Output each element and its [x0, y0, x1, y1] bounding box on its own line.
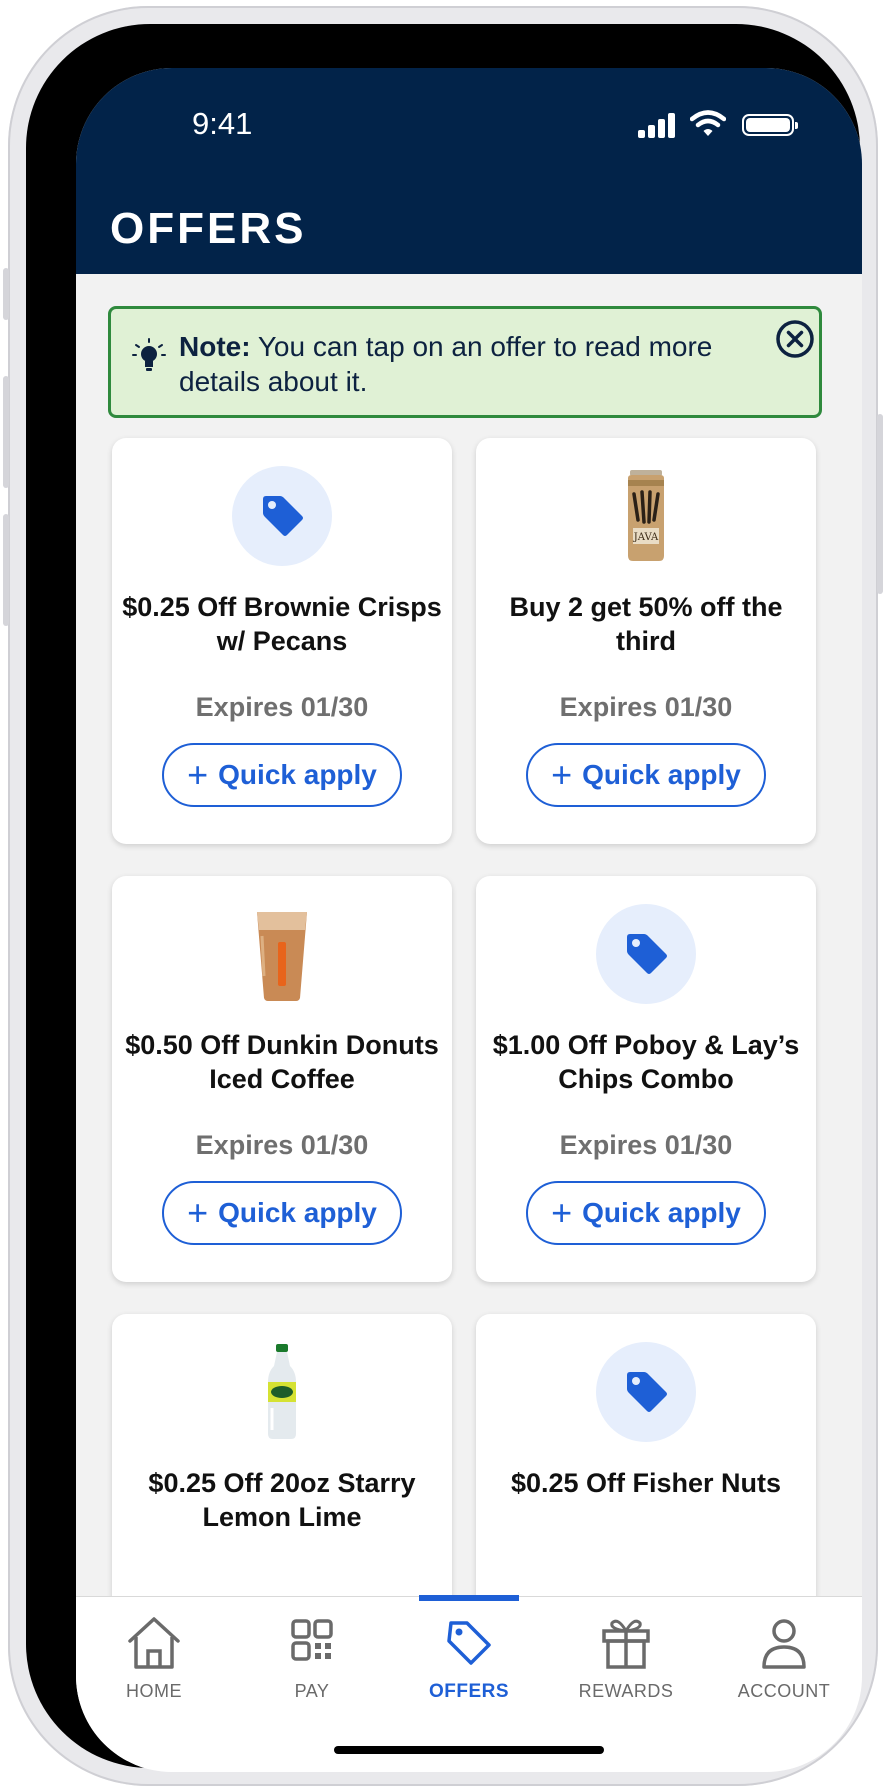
tab-offers[interactable]: OFFERS: [391, 1597, 547, 1707]
soda-bottle: [268, 1344, 296, 1439]
info-note-banner[interactable]: Note: You can tap on an offer to read mo…: [108, 306, 822, 418]
offer-image: [596, 904, 696, 1004]
power-button: [877, 414, 883, 594]
offer-card[interactable]: JAVA Buy 2 get 50% off the third Expires…: [476, 438, 816, 844]
screen: 9:41 OFFERS Note: You can tap on an offe…: [76, 68, 862, 1772]
tag-icon: [627, 934, 667, 974]
page-title: OFFERS: [110, 204, 307, 253]
home-indicator[interactable]: [334, 1746, 604, 1754]
offer-title: $0.25 Off 20oz Starry Lemon Lime: [148, 1468, 416, 1532]
offer-expiration: Expires 01/30: [559, 692, 733, 722]
quick-apply-label: Quick apply: [218, 759, 377, 790]
volume-down-button: [3, 514, 9, 626]
tab-account[interactable]: ACCOUNT: [706, 1597, 862, 1707]
tab-home[interactable]: HOME: [76, 1597, 232, 1707]
tab-label: OFFERS: [428, 1681, 510, 1702]
offer-image: [596, 1342, 696, 1442]
note-text: Note: You can tap on an offer to read mo…: [179, 329, 739, 399]
quick-apply-button[interactable]: + Quick apply: [162, 743, 402, 807]
lightbulb-icon: [132, 338, 166, 371]
iced-coffee-cup: [257, 912, 307, 1001]
offer-title: $0.25 Off Fisher Nuts: [510, 1468, 782, 1498]
plus-icon: +: [187, 1192, 209, 1233]
offer-image: [232, 1342, 332, 1442]
offer-expiration: Expires 01/30: [195, 692, 369, 722]
note-message: You can tap on an offer to read more det…: [179, 331, 713, 397]
cellular-signal-icon: [638, 112, 678, 138]
plus-icon: +: [551, 1192, 573, 1233]
quick-apply-label: Quick apply: [218, 1197, 377, 1228]
tab-label: ACCOUNT: [737, 1681, 831, 1701]
offer-card[interactable]: $0.25 Off Brownie Crisps w/ Pecans Expir…: [112, 438, 452, 844]
close-circle-icon[interactable]: [775, 319, 815, 359]
tab-label: REWARDS: [578, 1681, 674, 1701]
phone-bezel: 9:41 OFFERS Note: You can tap on an offe…: [26, 24, 862, 1772]
offer-expiration: Expires 01/30: [559, 1130, 733, 1160]
quick-apply-button[interactable]: + Quick apply: [526, 1181, 766, 1245]
note-label: Note:: [179, 331, 251, 362]
offer-title: $1.00 Off Poboy & Lay’s Chips Combo: [492, 1030, 800, 1094]
app-header: 9:41 OFFERS: [76, 68, 862, 274]
quick-apply-label: Quick apply: [582, 1197, 741, 1228]
svg-text:JAVA: JAVA: [633, 532, 659, 543]
qr-code-icon: [291, 1619, 333, 1661]
person-icon: [762, 1619, 806, 1669]
status-time: 9:41: [192, 106, 253, 141]
offer-image: [232, 466, 332, 566]
battery-icon: [742, 114, 798, 136]
offer-image: JAVA: [596, 466, 696, 566]
tab-rewards[interactable]: REWARDS: [548, 1597, 704, 1707]
energy-drink-can: JAVA: [628, 470, 664, 561]
offer-title: $0.50 Off Dunkin Donuts Iced Coffee: [125, 1030, 439, 1094]
offer-image: [232, 904, 332, 1004]
offer-title: $0.25 Off Brownie Crisps w/ Pecans: [122, 592, 442, 656]
tab-label: HOME: [126, 1681, 182, 1701]
offer-card[interactable]: $0.50 Off Dunkin Donuts Iced Coffee Expi…: [112, 876, 452, 1282]
tag-icon: [263, 496, 303, 536]
offer-card[interactable]: $1.00 Off Poboy & Lay’s Chips Combo Expi…: [476, 876, 816, 1282]
mute-switch: [3, 268, 9, 320]
quick-apply-label: Quick apply: [582, 759, 741, 790]
quick-apply-button[interactable]: + Quick apply: [162, 1181, 402, 1245]
tag-icon: [447, 1621, 491, 1665]
phone-frame: 9:41 OFFERS Note: You can tap on an offe…: [3, 6, 883, 1786]
plus-icon: +: [551, 754, 573, 795]
quick-apply-button[interactable]: + Quick apply: [526, 743, 766, 807]
tag-icon: [627, 1372, 667, 1412]
tab-label: PAY: [294, 1681, 330, 1701]
plus-icon: +: [187, 754, 209, 795]
offer-title: Buy 2 get 50% off the third: [509, 592, 783, 656]
home-icon: [128, 1617, 180, 1669]
volume-up-button: [3, 376, 9, 488]
wifi-icon: [690, 110, 726, 136]
gift-icon: [602, 1619, 650, 1669]
tab-pay[interactable]: PAY: [234, 1597, 390, 1707]
offer-expiration: Expires 01/30: [195, 1130, 369, 1160]
